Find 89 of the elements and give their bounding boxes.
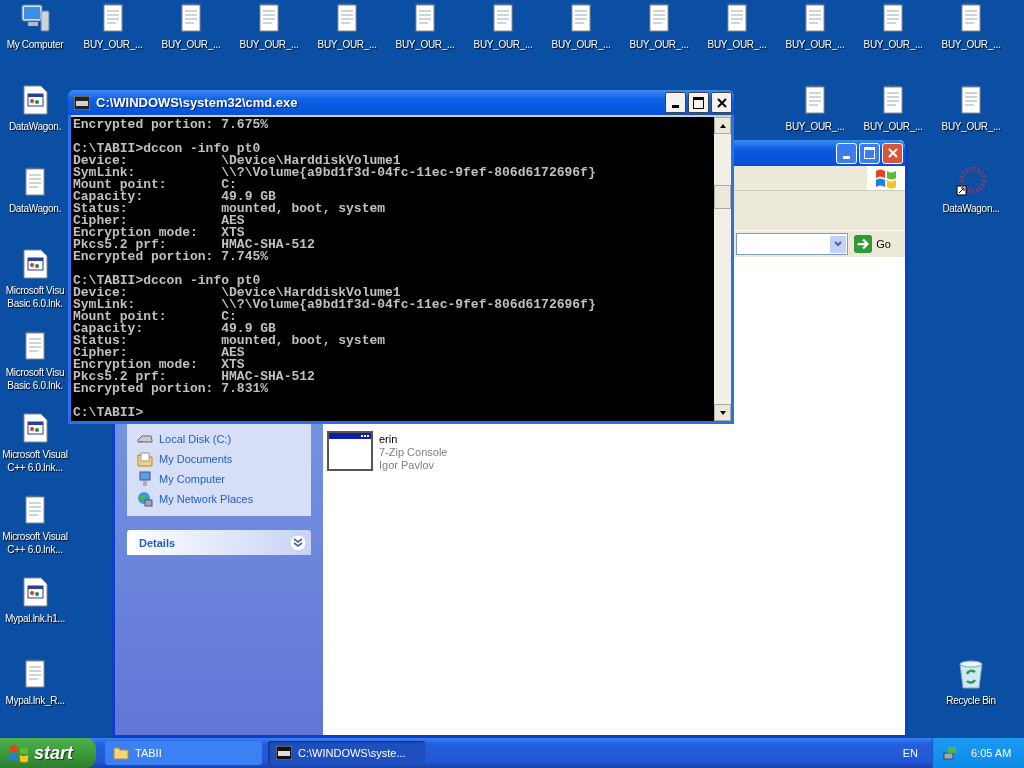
maximize-button[interactable] <box>688 92 709 113</box>
computer-icon[interactable] <box>19 2 51 34</box>
close-icon <box>887 148 898 158</box>
console-line: Pkcs5.2 prf: HMAC-SHA-512 <box>73 239 316 251</box>
icon-label[interactable]: Microsoft Visu Basic 6.0.lnk. <box>5 284 65 310</box>
network-icon <box>137 491 153 507</box>
window-title: C:\WINDOWS\system32\cmd.exe <box>96 95 299 110</box>
file-company: Igor Pavlov <box>379 459 436 472</box>
icon-label[interactable]: Mypal.lnk.h1... <box>5 612 65 625</box>
windows-flag-icon <box>8 743 30 763</box>
console-line: Mount point: C: <box>73 311 237 323</box>
taskbar-button[interactable]: C:\WINDOWS\syste... <box>268 741 425 765</box>
place-link[interactable]: My Computer <box>137 469 311 489</box>
console-line: Cipher: AES <box>73 215 245 227</box>
console-line: Device: \Device\HarddiskVolume1 <box>73 287 401 299</box>
icon-label[interactable]: Microsoft Visual C++ 6.0.lnk... <box>0 530 73 556</box>
console-line: Encrypted portion: 7.675% <box>73 119 270 131</box>
icon-label[interactable]: DataWagon. <box>8 120 62 133</box>
icon-label[interactable]: BUY_OUR_... <box>863 120 923 133</box>
computer-icon <box>137 471 153 487</box>
icon-label[interactable]: BUY_OUR_... <box>785 38 845 51</box>
close-icon <box>716 97 727 108</box>
dropdown-button[interactable] <box>830 235 847 253</box>
scroll-down-icon[interactable] <box>714 404 731 421</box>
icon-label[interactable]: BUY_OUR_... <box>83 38 143 51</box>
icon-label[interactable]: BUY_OUR_... <box>941 120 1001 133</box>
icon-label[interactable]: Microsoft Visu Basic 6.0.lnk. <box>5 366 65 392</box>
shortcut-icon[interactable] <box>955 166 987 198</box>
console-line: C:\TABII> <box>73 407 145 419</box>
windows-flag-icon <box>874 167 898 189</box>
start-button[interactable]: start <box>0 738 96 768</box>
scroll-thumb[interactable] <box>714 185 731 209</box>
icon-label[interactable]: BUY_OUR_... <box>161 38 221 51</box>
file-name[interactable]: erin <box>379 433 448 446</box>
icon-label[interactable]: Mypal.lnk_R... <box>5 694 65 707</box>
icon-label[interactable]: Microsoft Visual C++ 6.0.lnk... <box>0 448 73 474</box>
console-line: Cipher: AES <box>73 347 245 359</box>
icon-label[interactable]: BUY_OUR_... <box>473 38 533 51</box>
icon-label[interactable]: BUY_OUR_... <box>941 38 1001 51</box>
console-line: Mount point: C: <box>73 179 237 191</box>
go-button[interactable]: Go <box>852 233 897 255</box>
taskbar-button[interactable]: TABII <box>105 741 262 765</box>
icon-label[interactable]: BUY_OUR_... <box>785 120 845 133</box>
close-button[interactable] <box>711 92 732 113</box>
console-line: Status: mounted, boot, system <box>73 203 387 215</box>
details-panel-header[interactable]: Details <box>127 530 311 555</box>
console-line: Encrypted portion: 7.745% <box>73 251 270 263</box>
console-line: Capacity: 49.9 GB <box>73 323 276 335</box>
console-line: C:\TABII>dccon -info pt0 <box>73 275 261 287</box>
clock: 6:05 AM <box>971 747 1012 759</box>
console-line: SymLink: \\?\Volume{a9bd1f3d-04fc-11ec-9fef-806d6172696f} <box>73 167 597 179</box>
panel-title: Details <box>139 536 176 549</box>
icon-label[interactable]: BUY_OUR_... <box>239 38 299 51</box>
console-line: Pkcs5.2 prf: HMAC-SHA-512 <box>73 371 316 383</box>
place-link[interactable]: Local Disk (C:) <box>137 429 311 449</box>
icon-label[interactable]: BUY_OUR_... <box>863 38 923 51</box>
console-icon <box>74 95 90 110</box>
icon-label[interactable]: BUY_OUR_... <box>317 38 377 51</box>
console-line: Encrypted portion: 7.831% <box>73 383 270 395</box>
icon-label[interactable]: BUY_OUR_... <box>707 38 767 51</box>
console-line: Device: \Device\HarddiskVolume1 <box>73 155 401 167</box>
expand-icon[interactable] <box>289 533 307 552</box>
console-line: C:\TABII>dccon -info pt0 <box>73 143 261 155</box>
place-link[interactable]: My Network Places <box>137 489 311 509</box>
file-description: 7-Zip Console <box>379 446 448 459</box>
icon-label[interactable]: BUY_OUR_... <box>551 38 611 51</box>
folder-icon <box>113 746 129 760</box>
place-link[interactable]: My Documents <box>137 449 311 469</box>
documents-folder-icon <box>137 451 153 467</box>
scrollbar[interactable] <box>714 117 731 421</box>
console-icon <box>276 746 292 760</box>
scroll-up-icon[interactable] <box>714 117 731 134</box>
icon-label[interactable]: DataWagon... <box>942 202 1000 215</box>
minimize-button[interactable] <box>665 92 686 113</box>
language-indicator[interactable]: EN <box>902 747 918 759</box>
console-line: Status: mounted, boot, system <box>73 335 387 347</box>
console-line: Encryption mode: XTS <box>73 359 245 371</box>
address-field[interactable] <box>736 233 849 255</box>
icon-label[interactable]: Recycle Bin <box>946 694 996 707</box>
icon-label[interactable]: BUY_OUR_... <box>629 38 689 51</box>
chevron-down-icon <box>833 239 844 249</box>
console-line: SymLink: \\?\Volume{a9bd1f3d-04fc-11ec-9fef-806d6172696f} <box>73 299 597 311</box>
console-line: Capacity: 49.9 GB <box>73 191 276 203</box>
icon-label[interactable]: My Computer <box>6 38 64 51</box>
console-window-icon[interactable] <box>327 431 373 471</box>
icon-label[interactable]: BUY_OUR_... <box>395 38 455 51</box>
arrow-icon <box>854 235 873 253</box>
console-line: Encryption mode: XTS <box>73 227 245 239</box>
icon-label[interactable]: DataWagon. <box>8 202 62 215</box>
